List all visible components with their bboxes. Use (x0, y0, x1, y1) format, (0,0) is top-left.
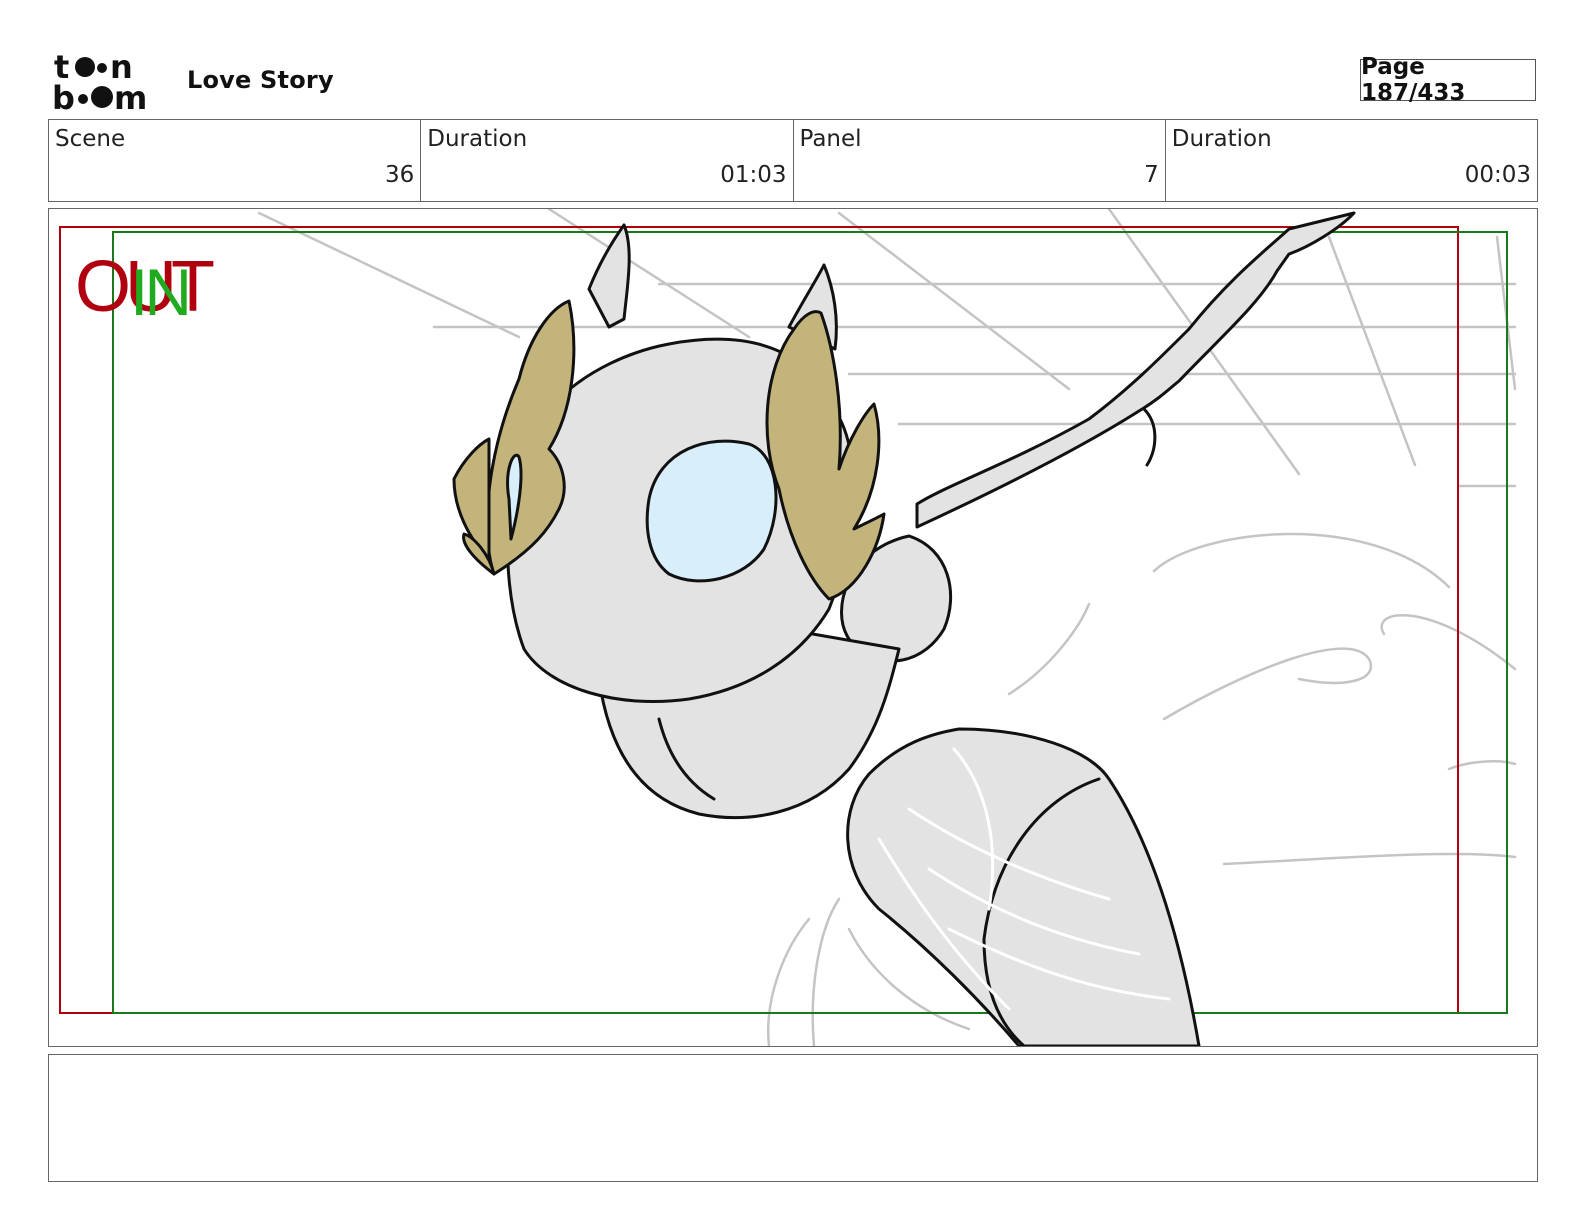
character-sketch (452, 211, 1356, 1046)
panel-duration-label: Duration (1171, 126, 1272, 152)
svg-text:b: b (52, 79, 75, 112)
storyboard-panel: OUT IN (48, 208, 1538, 1047)
panel-notes-box[interactable] (48, 1054, 1538, 1182)
scene-value: 36 (384, 162, 415, 188)
panel-duration-value: 00:03 (1464, 162, 1531, 188)
project-title: Love Story (187, 66, 334, 94)
panel-cell: Panel 7 (794, 120, 1166, 201)
page-indicator: Page 187/433 (1360, 54, 1536, 106)
toonboom-logo: t n b m (52, 48, 164, 117)
scene-duration-label: Duration (427, 126, 528, 152)
scene-cell: Scene 36 (49, 120, 422, 201)
shot-info-table: Scene 36 Duration 01:03 Panel 7 Duration… (48, 119, 1538, 202)
panel-value: 7 (1144, 162, 1159, 188)
svg-text:m: m (114, 79, 147, 112)
panel-drawing (59, 209, 1517, 1046)
scene-duration-value: 01:03 (720, 162, 787, 188)
in-frame-label: IN (130, 255, 192, 329)
scene-label: Scene (55, 126, 126, 152)
panel-label: Panel (799, 126, 862, 152)
scene-duration-cell: Duration 01:03 (421, 120, 794, 201)
panel-duration-cell: Duration 00:03 (1166, 120, 1537, 201)
